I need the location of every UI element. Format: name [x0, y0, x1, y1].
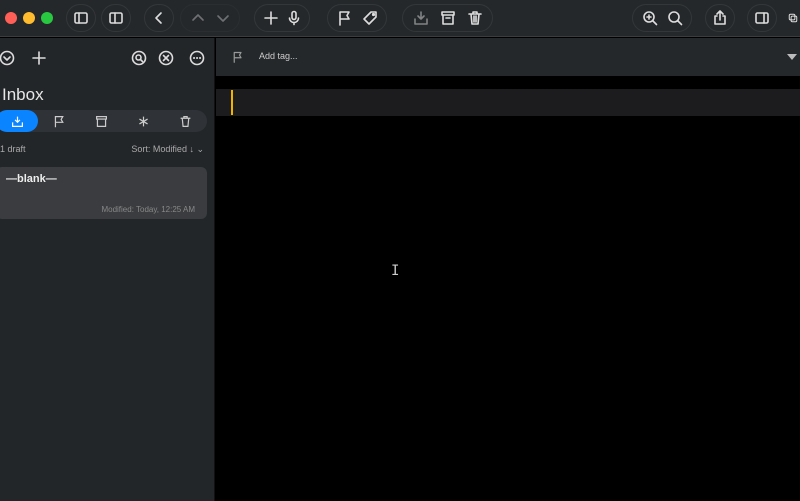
chevron-up-icon[interactable] [187, 7, 209, 29]
ibeam-cursor-icon: I [391, 263, 400, 279]
add-tag-input[interactable]: Add tag... [259, 51, 298, 61]
previous-next-buttons[interactable] [180, 4, 240, 32]
search-icon[interactable] [664, 7, 686, 29]
draft-modified: Modified: Today, 12:25 AM [101, 205, 195, 214]
filter-flagged[interactable] [38, 110, 80, 132]
filter-inbox[interactable] [0, 110, 39, 132]
share-button[interactable] [705, 4, 735, 32]
toggle-inspector-button[interactable] [747, 4, 777, 32]
filter-all[interactable] [123, 110, 165, 132]
back-button[interactable] [144, 4, 174, 32]
sort-menu[interactable]: Sort: Modified ↓ ⌄ [131, 144, 204, 155]
zoom-button[interactable] [41, 12, 53, 24]
list-title: Inbox [2, 85, 44, 104]
asterisk-icon [139, 116, 149, 126]
zoom-in-icon[interactable] [639, 7, 661, 29]
archive-icon[interactable] [437, 7, 459, 29]
inbox-icon[interactable] [410, 7, 432, 29]
minimize-button[interactable] [23, 12, 35, 24]
trash-icon [181, 115, 191, 127]
close-button[interactable] [5, 12, 17, 24]
filter-segmented-control [0, 110, 207, 132]
plus-icon[interactable] [28, 47, 50, 69]
sidebar: Inbox 1 draft Sort: Modified ↓ ⌄ —blank—… [0, 38, 215, 501]
text-caret [231, 90, 233, 115]
draft-title: —blank— [6, 173, 57, 185]
draft-count: 1 draft [0, 144, 26, 154]
chevron-left-icon [149, 7, 169, 29]
flag-icon [54, 115, 64, 127]
sidebar-icon [106, 7, 126, 29]
sidebar-right-icon [752, 7, 772, 29]
chevron-down-icon[interactable] [212, 7, 234, 29]
share-icon [710, 7, 730, 29]
flag-icon[interactable] [334, 7, 356, 29]
flag-icon[interactable] [232, 51, 244, 63]
toggle-sidebar-button[interactable] [66, 4, 96, 32]
draft-list-item[interactable]: —blank— Modified: Today, 12:25 AM [0, 167, 207, 219]
plus-icon[interactable] [260, 7, 282, 29]
new-draft-group [254, 4, 310, 32]
move-group [402, 4, 493, 32]
editor-current-line[interactable] [216, 89, 800, 116]
flag-tag-group [327, 4, 387, 32]
archive-icon [96, 115, 107, 127]
tag-dropdown-icon[interactable] [787, 54, 797, 60]
tag-bar: Add tag... [216, 38, 800, 76]
toolbar [0, 0, 800, 37]
zoom-search-group [632, 4, 692, 32]
close-circle-icon[interactable] [155, 47, 177, 69]
overflow-icon[interactable] [782, 7, 800, 29]
trash-icon[interactable] [464, 7, 486, 29]
search-icon[interactable] [128, 47, 150, 69]
more-icon[interactable] [186, 47, 208, 69]
tag-icon[interactable] [359, 7, 381, 29]
toggle-list-button[interactable] [101, 4, 131, 32]
chevron-down-circle-icon[interactable] [0, 47, 18, 69]
sidebar-left-icon [71, 7, 91, 29]
filter-archive[interactable] [80, 110, 122, 132]
microphone-icon[interactable] [283, 7, 305, 29]
filter-trash[interactable] [165, 110, 207, 132]
inbox-icon [11, 116, 23, 127]
